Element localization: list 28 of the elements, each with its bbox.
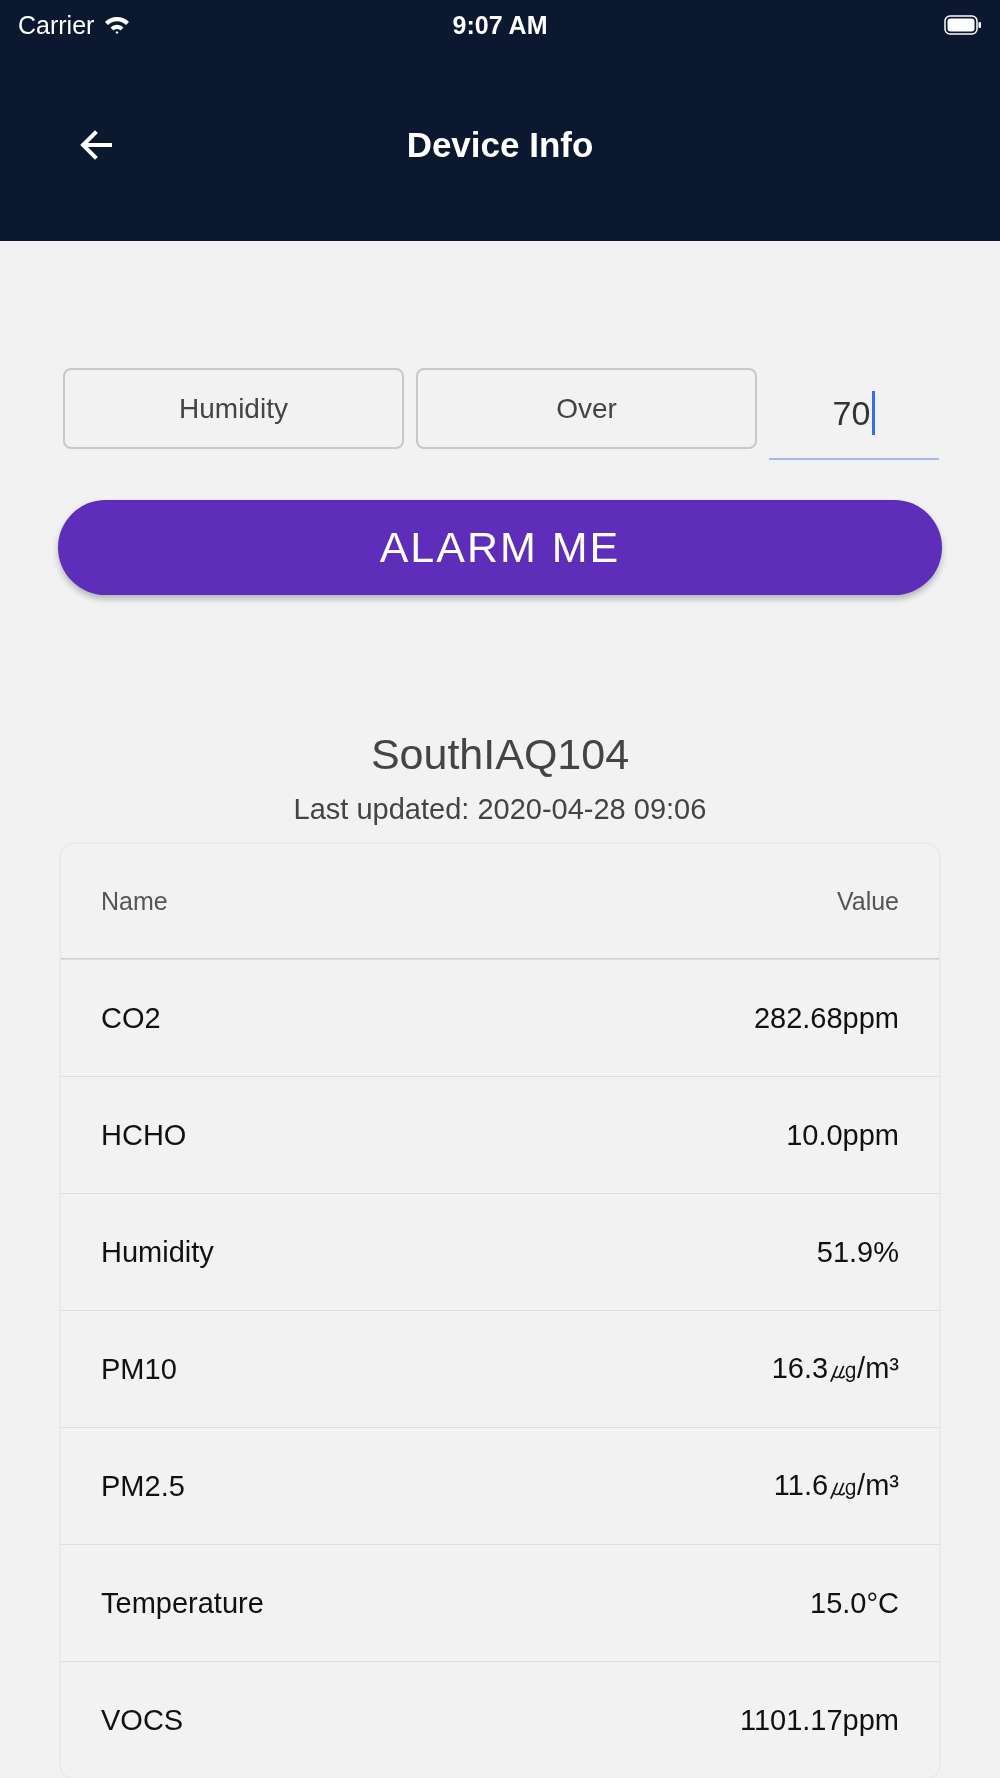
parameter-dropdown[interactable]: Humidity [63, 368, 404, 449]
table-cell: HCHO [101, 1118, 187, 1152]
condition-dropdown[interactable]: Over [416, 368, 757, 449]
battery-icon [944, 15, 982, 35]
alarm-button[interactable]: ALARM ME [58, 500, 942, 595]
text-cursor [872, 391, 876, 435]
table-cell-text: 11.6㎍/m³ [773, 1468, 899, 1503]
table-cell: 282.68ppm [753, 1001, 899, 1035]
table-cell: Temperature [101, 1586, 264, 1620]
table-cell: CO2 [101, 1001, 161, 1035]
table-cell: PM2.5 [101, 1469, 185, 1503]
table-cell: 10.0ppm [786, 1118, 899, 1152]
threshold-field[interactable]: 70 [769, 368, 939, 460]
carrier-name: Carrier [18, 10, 95, 40]
table-cell: PM10 [101, 1352, 177, 1386]
page-title: Device Info [406, 125, 594, 165]
table-cell: 1101.17ppm [739, 1703, 899, 1737]
table-cell: VOCS [101, 1703, 184, 1737]
table-cell: 51.9% [816, 1235, 899, 1269]
table-cell: Humidity [101, 1235, 214, 1269]
wifi-icon [104, 15, 131, 35]
last-updated: Last updated: 2020-04-28 09:06 [292, 793, 708, 826]
column-header: Value [836, 886, 899, 916]
table-cell-text: 16.3㎍/m³ [771, 1351, 899, 1386]
table-cell: 15.0°C [810, 1586, 899, 1620]
status-time: 9:07 AM [452, 10, 548, 40]
column-header: Name [101, 886, 168, 916]
device-name: SouthIAQ104 [369, 730, 631, 779]
